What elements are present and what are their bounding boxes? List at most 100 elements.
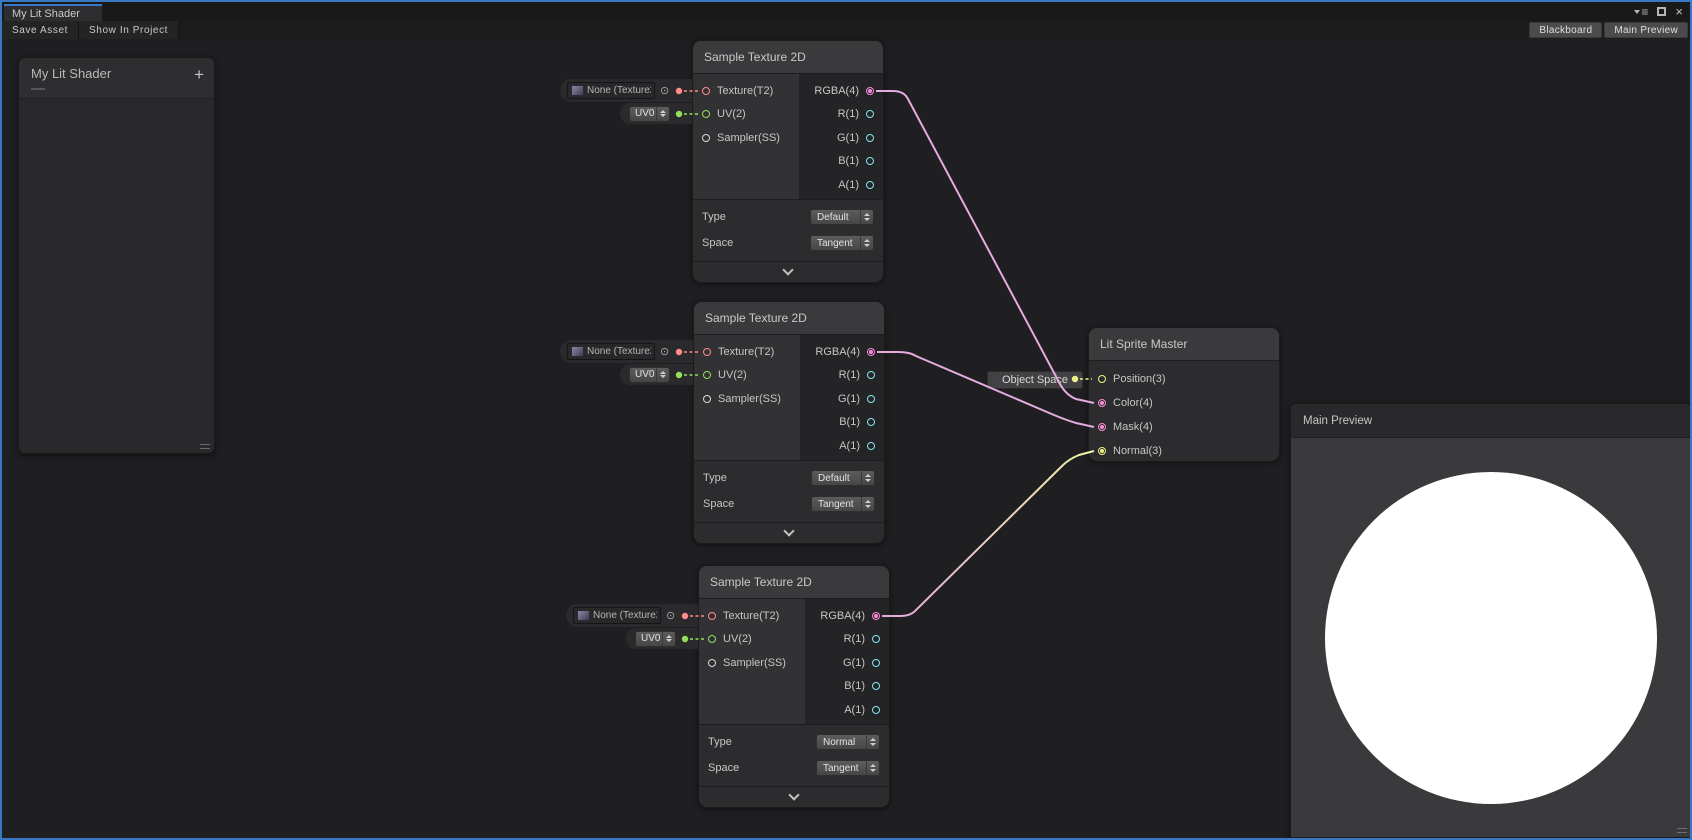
node-sample-texture-2d-1[interactable]: Sample Texture 2D Texture(T2) UV(2) Samp…	[692, 40, 884, 283]
uv-port-icon[interactable]	[702, 110, 710, 118]
port-texture[interactable]: Texture(T2)	[699, 604, 805, 628]
maximize-icon[interactable]	[1657, 7, 1666, 16]
node-header[interactable]: Sample Texture 2D	[694, 302, 884, 335]
port-color[interactable]: Color(4)	[1089, 391, 1279, 415]
port-rgba[interactable]: RGBA(4)	[800, 340, 884, 364]
uv-channel-dropdown[interactable]: UV0	[629, 367, 670, 383]
uv-channel-dropdown[interactable]: UV0	[629, 106, 670, 122]
texture-object-field[interactable]: None (Texture2D)	[573, 607, 661, 624]
uv-channel-dropdown[interactable]: UV0	[635, 631, 676, 647]
sampler-port-icon[interactable]	[702, 134, 710, 142]
port-sampler[interactable]: Sampler(SS)	[694, 387, 800, 411]
main-preview-toggle-button[interactable]: Main Preview	[1604, 22, 1688, 38]
object-picker-icon[interactable]: ⊙	[666, 611, 675, 621]
port-r[interactable]: R(1)	[800, 364, 884, 388]
color-port-icon[interactable]	[1098, 399, 1106, 407]
edge-rgba1-to-color[interactable]	[876, 91, 1094, 403]
texture-port-icon[interactable]	[703, 348, 711, 356]
port-a[interactable]: A(1)	[799, 173, 883, 197]
main-preview-panel[interactable]: Main Preview	[1290, 403, 1692, 838]
b-port-icon[interactable]	[867, 418, 875, 426]
node-lit-sprite-master[interactable]: Lit Sprite Master Position(3) Color(4) M…	[1088, 327, 1280, 462]
port-texture[interactable]: Texture(T2)	[693, 79, 799, 103]
a-port-icon[interactable]	[872, 706, 880, 714]
g-port-icon[interactable]	[872, 659, 880, 667]
edge-rgba2-to-mask[interactable]	[877, 352, 1094, 427]
rgba-port-icon[interactable]	[867, 348, 875, 356]
space-dropdown[interactable]: Tangent	[816, 760, 880, 776]
g-port-icon[interactable]	[866, 134, 874, 142]
node-header[interactable]: Lit Sprite Master	[1089, 328, 1279, 361]
uv-port-icon[interactable]	[703, 371, 711, 379]
blackboard-resize-grip-icon[interactable]	[200, 444, 210, 449]
node-sample-texture-2d-3[interactable]: Sample Texture 2D Texture(T2) UV(2) Samp…	[698, 565, 890, 808]
type-dropdown[interactable]: Default	[810, 209, 874, 225]
texture-port-icon[interactable]	[708, 612, 716, 620]
space-dropdown[interactable]: Tangent	[811, 496, 875, 512]
port-a[interactable]: A(1)	[805, 698, 889, 722]
b-port-icon[interactable]	[866, 157, 874, 165]
port-sampler[interactable]: Sampler(SS)	[699, 651, 805, 675]
port-normal[interactable]: Normal(3)	[1089, 439, 1279, 463]
port-texture[interactable]: Texture(T2)	[694, 340, 800, 364]
port-uv[interactable]: UV(2)	[699, 628, 805, 652]
r-port-icon[interactable]	[866, 110, 874, 118]
a-port-icon[interactable]	[866, 181, 874, 189]
edge-rgba3-to-normal[interactable]	[882, 451, 1094, 616]
a-port-icon[interactable]	[867, 442, 875, 450]
port-mask[interactable]: Mask(4)	[1089, 415, 1279, 439]
port-rgba[interactable]: RGBA(4)	[799, 79, 883, 103]
port-b[interactable]: B(1)	[805, 675, 889, 699]
sampler-port-icon[interactable]	[708, 659, 716, 667]
blackboard-toggle-button[interactable]: Blackboard	[1529, 22, 1602, 38]
collapse-button[interactable]	[699, 786, 889, 807]
port-g[interactable]: G(1)	[799, 126, 883, 150]
port-uv[interactable]: UV(2)	[694, 364, 800, 388]
port-r[interactable]: R(1)	[799, 103, 883, 127]
collapse-button[interactable]	[694, 522, 884, 543]
node-header[interactable]: Sample Texture 2D	[699, 566, 889, 599]
window-menu-icon[interactable]: ≡	[1634, 7, 1648, 17]
texture-object-field[interactable]: None (Texture2D)	[567, 82, 655, 99]
space-dropdown[interactable]: Tangent	[810, 235, 874, 251]
r-port-icon[interactable]	[867, 371, 875, 379]
rgba-port-icon[interactable]	[872, 612, 880, 620]
rgba-port-icon[interactable]	[866, 87, 874, 95]
collapse-button[interactable]	[693, 261, 883, 282]
port-position[interactable]: Position(3)	[1089, 367, 1279, 391]
port-a[interactable]: A(1)	[800, 434, 884, 458]
port-sampler[interactable]: Sampler(SS)	[693, 126, 799, 150]
object-picker-icon[interactable]: ⊙	[660, 347, 669, 357]
graph-canvas[interactable]: My Lit Shader + Sample Texture 2D Textur…	[2, 39, 1690, 838]
tab-my-lit-shader[interactable]: My Lit Shader	[4, 4, 102, 21]
object-picker-icon[interactable]: ⊙	[660, 86, 669, 96]
port-g[interactable]: G(1)	[800, 387, 884, 411]
port-g[interactable]: G(1)	[805, 651, 889, 675]
port-b[interactable]: B(1)	[800, 411, 884, 435]
node-header[interactable]: Sample Texture 2D	[693, 41, 883, 74]
position-space-widget[interactable]: Object Space	[987, 371, 1083, 389]
r-port-icon[interactable]	[872, 635, 880, 643]
save-asset-button[interactable]: Save Asset	[2, 21, 79, 39]
texture-port-icon[interactable]	[702, 87, 710, 95]
port-uv[interactable]: UV(2)	[693, 103, 799, 127]
position-port-icon[interactable]	[1098, 375, 1106, 383]
b-port-icon[interactable]	[872, 682, 880, 690]
show-in-project-button[interactable]: Show In Project	[79, 21, 179, 39]
mask-port-icon[interactable]	[1098, 423, 1106, 431]
port-rgba[interactable]: RGBA(4)	[805, 604, 889, 628]
close-icon[interactable]: ×	[1675, 6, 1683, 18]
uv-port-icon[interactable]	[708, 635, 716, 643]
port-b[interactable]: B(1)	[799, 150, 883, 174]
type-dropdown[interactable]: Normal	[816, 734, 880, 750]
blackboard-panel[interactable]: My Lit Shader +	[18, 57, 215, 454]
sampler-port-icon[interactable]	[703, 395, 711, 403]
g-port-icon[interactable]	[867, 395, 875, 403]
node-sample-texture-2d-2[interactable]: Sample Texture 2D Texture(T2) UV(2) Samp…	[693, 301, 885, 544]
port-r[interactable]: R(1)	[805, 628, 889, 652]
texture-object-field[interactable]: None (Texture2D)	[567, 343, 655, 360]
add-property-button[interactable]: +	[194, 66, 204, 83]
type-dropdown[interactable]: Default	[811, 470, 875, 486]
normal-port-icon[interactable]	[1098, 447, 1106, 455]
preview-resize-grip-icon[interactable]	[1677, 828, 1687, 833]
